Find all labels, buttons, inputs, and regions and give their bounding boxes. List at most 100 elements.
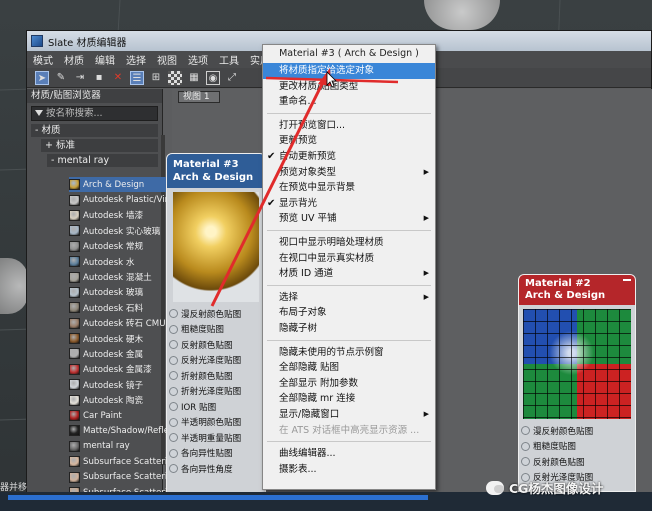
background-icon[interactable]: ▦ bbox=[187, 71, 201, 85]
context-menu-item[interactable]: 布局子对象 bbox=[263, 305, 435, 321]
material-list: Arch & Design Autodesk Plastic/Vinyl Autod… bbox=[69, 177, 175, 500]
search-input[interactable]: 按名称搜索... bbox=[31, 106, 158, 121]
material-list-item[interactable]: Autodesk 水 bbox=[69, 254, 175, 269]
node3-slot-label: 漫反射颜色贴图 bbox=[181, 309, 242, 320]
context-menu-item[interactable]: 全部显示 附加参数 bbox=[263, 376, 435, 392]
preview-icon[interactable]: ◉ bbox=[206, 70, 220, 85]
context-menu-item[interactable]: ✔ 自动更新预览 bbox=[263, 149, 435, 165]
material-list-item[interactable]: Autodesk 陶瓷 bbox=[69, 392, 175, 407]
context-menu-title: Material #3 ( Arch & Design ) bbox=[279, 48, 419, 59]
search-dropdown-icon[interactable] bbox=[35, 110, 43, 117]
node2-minimize-icon[interactable] bbox=[623, 279, 631, 281]
context-menu-item[interactable]: 全部隐藏 mr 连接 bbox=[263, 391, 435, 407]
context-menu-item[interactable]: 视口中显示明暗处理材质 bbox=[263, 235, 435, 251]
material-list-item[interactable]: Arch & Design bbox=[69, 177, 175, 193]
menu-view[interactable]: 视图 bbox=[157, 52, 177, 67]
menu-tools[interactable]: 工具 bbox=[219, 52, 239, 67]
material-list-item[interactable]: Autodesk 石料 bbox=[69, 300, 175, 315]
material-node-2[interactable]: Material #2 Arch & Design 漫反射颜色贴图 粗糙度贴图 反射… bbox=[518, 274, 636, 492]
input-socket-icon[interactable] bbox=[169, 371, 178, 381]
material-list-item[interactable]: mental ray bbox=[69, 439, 175, 454]
context-menu-item[interactable]: 打开预览窗口... bbox=[263, 118, 435, 134]
paint-icon[interactable]: ▪ bbox=[92, 71, 106, 85]
context-menu-item[interactable]: 曲线编辑器... bbox=[263, 446, 435, 462]
context-menu-item[interactable]: 更改材质/贴图类型 bbox=[263, 79, 435, 95]
input-socket-icon[interactable] bbox=[521, 426, 530, 436]
menu-separator bbox=[267, 441, 431, 443]
material-list-item[interactable]: Autodesk 混凝土 bbox=[69, 269, 175, 284]
input-socket-icon[interactable] bbox=[169, 417, 178, 427]
delete-icon[interactable]: ✕ bbox=[111, 71, 125, 85]
context-menu-item[interactable]: 预览 UV 平铺 ▶ bbox=[263, 211, 435, 227]
material-list-item[interactable]: Autodesk 常规 bbox=[69, 239, 175, 254]
viewport-object-left[interactable] bbox=[0, 258, 28, 314]
context-menu-item-label: 隐藏未使用的节点示例窗 bbox=[279, 346, 384, 358]
material-list-item[interactable]: Autodesk 金属漆 bbox=[69, 362, 175, 377]
context-menu-item[interactable]: 隐藏未使用的节点示例窗 bbox=[263, 345, 435, 361]
material-list-item[interactable]: Autodesk 墙漆 bbox=[69, 208, 175, 223]
context-menu-item[interactable]: 在预览中显示背景 bbox=[263, 180, 435, 196]
context-menu-item[interactable]: 材质 ID 通道 ▶ bbox=[263, 266, 435, 282]
material-list-label: Autodesk 镜子 bbox=[83, 380, 144, 391]
material-list-item[interactable]: Autodesk 硬木 bbox=[69, 331, 175, 346]
material-list-label: Autodesk 石料 bbox=[83, 303, 144, 314]
select-arrow-icon[interactable]: ➤ bbox=[35, 70, 49, 85]
input-socket-icon[interactable] bbox=[521, 441, 530, 451]
input-socket-icon[interactable] bbox=[169, 433, 178, 443]
eyedropper-icon[interactable]: ✎ bbox=[54, 71, 68, 85]
material-list-item[interactable]: Autodesk 砖石 CMU bbox=[69, 316, 175, 331]
context-menu-item[interactable]: 显示/隐藏窗口 ▶ bbox=[263, 407, 435, 423]
assign-icon[interactable]: ⇥ bbox=[73, 71, 87, 85]
tab-view-1[interactable]: 视图 1 bbox=[178, 91, 220, 103]
material-node-3[interactable]: Material #3 Arch & Design 漫反射颜色贴图 粗糙度贴图 反射… bbox=[166, 153, 266, 493]
context-menu-item-label: 布局子对象 bbox=[279, 307, 327, 319]
input-socket-icon[interactable] bbox=[169, 355, 178, 365]
checker-icon[interactable] bbox=[168, 70, 182, 85]
input-socket-icon[interactable] bbox=[169, 448, 178, 458]
input-socket-icon[interactable] bbox=[169, 464, 178, 474]
context-menu-item[interactable]: 预览对象类型 ▶ bbox=[263, 165, 435, 181]
menu-options[interactable]: 选项 bbox=[188, 52, 208, 67]
input-socket-icon[interactable] bbox=[169, 324, 178, 334]
rollout-mental-ray[interactable]: - mental ray bbox=[47, 154, 158, 167]
context-menu-item[interactable]: 摄影表... bbox=[263, 462, 435, 478]
input-socket-icon[interactable] bbox=[521, 457, 530, 467]
material-swatch-icon bbox=[69, 440, 80, 452]
rollout-materials[interactable]: - 材质 bbox=[31, 124, 158, 137]
menu-edit[interactable]: 编辑 bbox=[95, 52, 115, 67]
context-menu-item[interactable]: 隐藏子树 bbox=[263, 321, 435, 337]
input-socket-icon[interactable] bbox=[169, 309, 178, 319]
layout-children-icon[interactable]: ⊞ bbox=[149, 71, 163, 85]
material-list-item[interactable]: Autodesk 金属 bbox=[69, 346, 175, 361]
input-socket-icon[interactable] bbox=[169, 340, 178, 350]
menu-separator bbox=[267, 230, 431, 231]
material-list-item[interactable]: Autodesk Plastic/Vinyl bbox=[69, 192, 175, 207]
material-list-item[interactable]: Car Paint bbox=[69, 408, 175, 423]
rollout-standard[interactable]: + 标准 bbox=[41, 139, 158, 152]
node3-header[interactable]: Material #3 Arch & Design bbox=[167, 154, 265, 188]
context-menu-item[interactable]: 选择 ▶ bbox=[263, 290, 435, 306]
context-menu-item[interactable]: 更新预览 bbox=[263, 133, 435, 149]
material-list-item[interactable]: Autodesk 玻璃 bbox=[69, 285, 175, 300]
context-menu-item[interactable]: 将材质指定给选定对象 bbox=[263, 63, 435, 79]
material-list-item[interactable]: Autodesk 镜子 bbox=[69, 377, 175, 392]
material-list-item[interactable]: Autodesk 实心玻璃 bbox=[69, 223, 175, 238]
node2-header[interactable]: Material #2 Arch & Design bbox=[519, 275, 635, 305]
menu-select[interactable]: 选择 bbox=[126, 52, 146, 67]
node3-slot: 粗糙度贴图 bbox=[167, 322, 265, 338]
menu-material[interactable]: 材质 bbox=[64, 52, 84, 67]
context-menu-item[interactable]: 重命名... bbox=[263, 94, 435, 110]
material-list-item[interactable]: Subsurface Scatteri... bbox=[69, 469, 175, 484]
material-list-label: Subsurface Scatteri... bbox=[83, 456, 175, 467]
material-list-item[interactable]: Subsurface Scatteri... bbox=[69, 454, 175, 469]
context-menu-item[interactable]: 全部隐藏 贴图 bbox=[263, 360, 435, 376]
context-menu-item[interactable]: ✔ 显示背光 bbox=[263, 196, 435, 212]
bottom-progress-strip bbox=[8, 495, 428, 500]
context-menu-item[interactable]: 在视口中显示真实材质 bbox=[263, 251, 435, 267]
menu-mode[interactable]: 模式 bbox=[33, 52, 53, 67]
fit-icon[interactable]: ⤢ bbox=[225, 71, 239, 85]
layout-icon[interactable]: ☰ bbox=[130, 70, 144, 85]
input-socket-icon[interactable] bbox=[169, 402, 178, 412]
input-socket-icon[interactable] bbox=[169, 386, 178, 396]
material-list-item[interactable]: Matte/Shadow/Refle... bbox=[69, 423, 175, 438]
